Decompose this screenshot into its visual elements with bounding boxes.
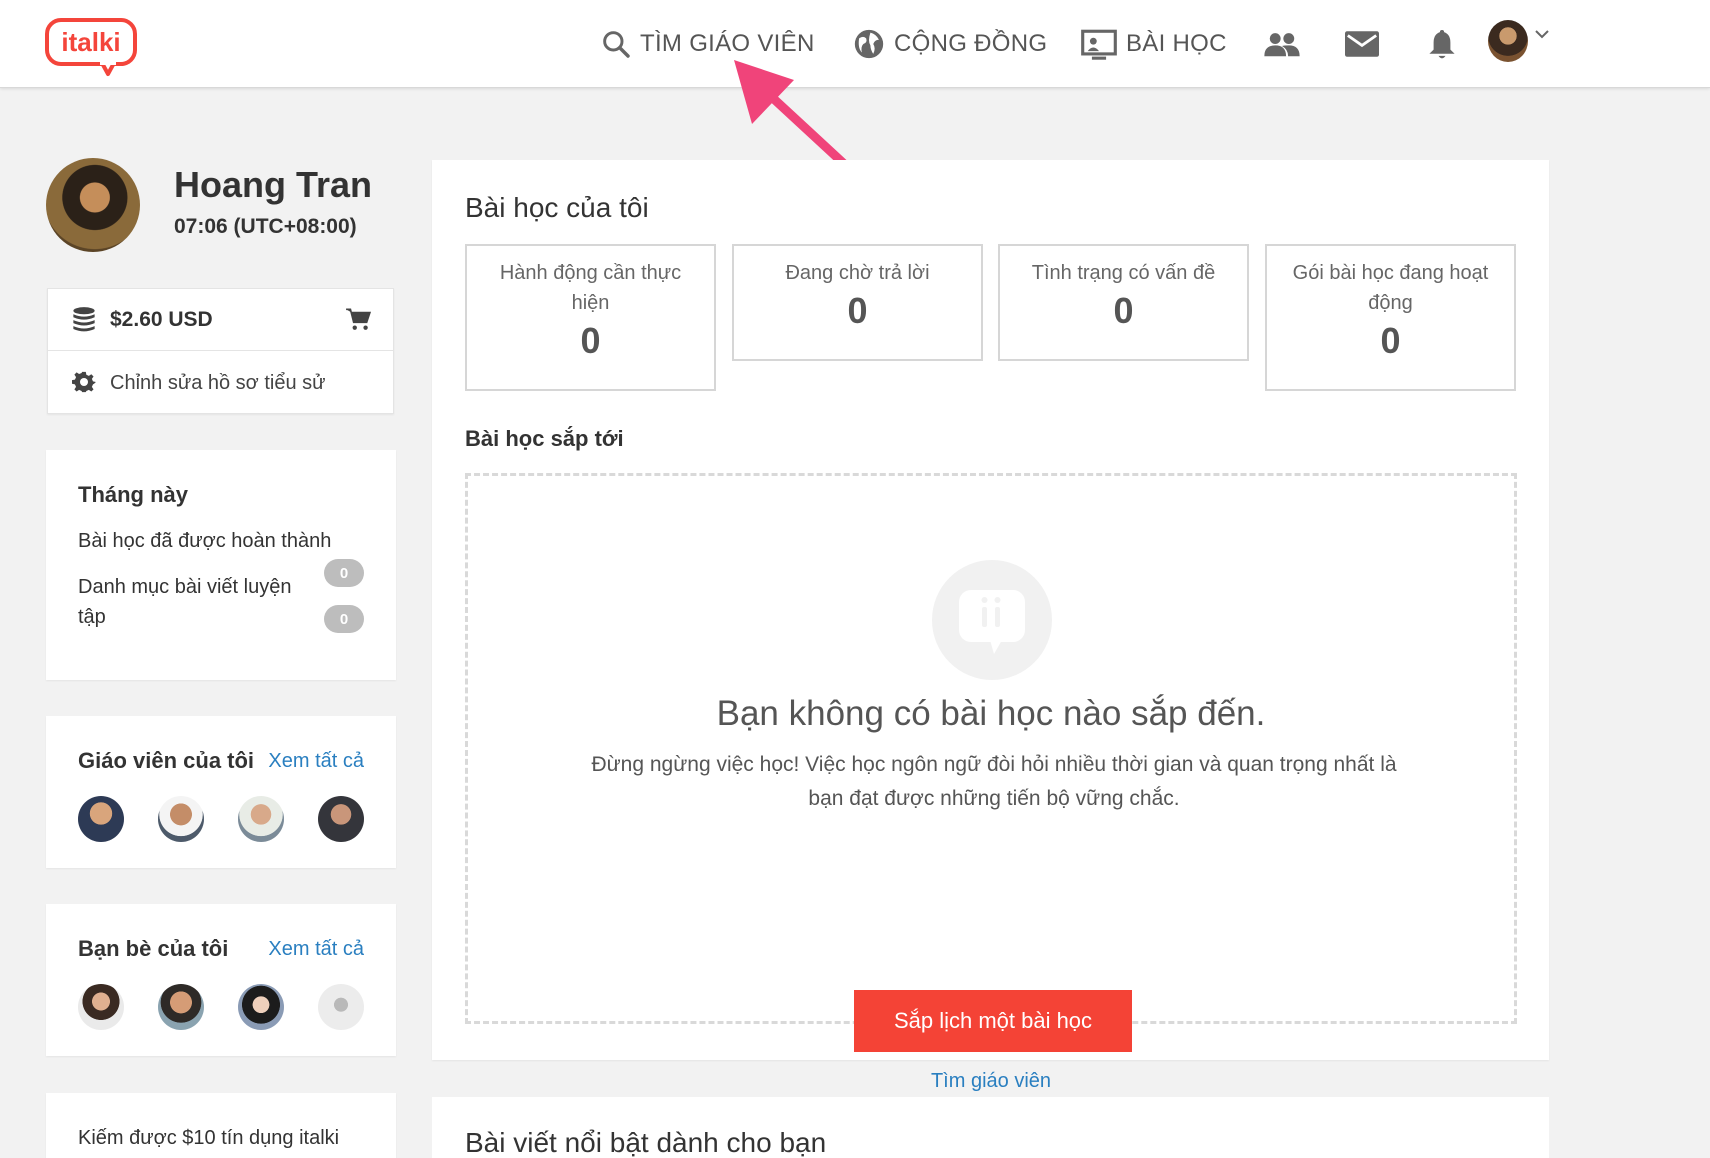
- featured-articles-card: Bài viết nổi bật dành cho bạn: [432, 1097, 1549, 1158]
- logo-text: italki: [61, 27, 120, 57]
- empty-state-description: Đừng ngừng việc học! Việc học ngôn ngữ đ…: [558, 748, 1430, 816]
- stat-value: 0: [847, 290, 868, 331]
- edit-profile-link: Chỉnh sửa hồ sơ tiểu sử: [110, 371, 326, 394]
- nav-community[interactable]: CỘNG ĐỒNG: [852, 24, 1047, 64]
- nav-find-teacher-label: TÌM GIÁO VIÊN: [640, 30, 815, 57]
- stat-label: Đang chờ trả lời: [785, 262, 930, 284]
- practice-label-line1: Danh mục bài viết luyện: [78, 576, 292, 598]
- search-icon: [603, 31, 630, 58]
- user-avatar[interactable]: [1488, 20, 1528, 62]
- stat-label: Tình trạng có vấn đề: [1031, 262, 1216, 284]
- people-icon: [1264, 33, 1300, 57]
- friend-avatar[interactable]: [158, 984, 204, 1030]
- my-friends-card: Bạn bè của tôi Xem tất cả: [46, 904, 396, 1056]
- stat-value: 0: [580, 320, 601, 361]
- schedule-lesson-button[interactable]: Sắp lịch một bài học: [854, 990, 1132, 1052]
- my-teachers-title: Giáo viên của tôi: [78, 748, 255, 773]
- bell-icon: [1429, 30, 1455, 59]
- stat-awaiting-reply[interactable]: Đang chờ trả lời 0: [732, 244, 983, 361]
- messages-nav-button[interactable]: [1342, 24, 1382, 64]
- profile-name: Hoang Tran: [174, 164, 373, 205]
- teacher-avatar[interactable]: [238, 796, 284, 842]
- stat-label: Gói bài học đang hoạt động: [1292, 262, 1489, 314]
- completed-lessons-label: Bài học đã được hoàn thành: [78, 530, 332, 552]
- notifications-nav-button[interactable]: [1422, 24, 1462, 64]
- gear-icon: [72, 371, 96, 393]
- my-friends-title: Bạn bè của tôi: [78, 936, 229, 961]
- nav-community-label: CỘNG ĐỒNG: [894, 30, 1048, 57]
- italki-logo[interactable]: italki: [44, 17, 140, 77]
- this-month-card: Tháng này Bài học đã được hoàn thành Dan…: [46, 450, 396, 680]
- upcoming-lessons-empty-state: Bạn không có bài học nào sắp đến. Đừng n…: [465, 473, 1517, 1092]
- stat-active-packages[interactable]: Gói bài học đang hoạt động 0: [1265, 244, 1516, 391]
- stat-action-required[interactable]: Hành động cần thực hiện 0: [465, 244, 716, 391]
- wallet-card: $2.60 USD Chỉnh sửa hồ sơ tiểu sử: [47, 288, 394, 414]
- empty-state-title: Bạn không có bài học nào sắp đến.: [716, 694, 1266, 733]
- teachers-see-all-link[interactable]: Xem tất cả: [268, 750, 364, 773]
- featured-articles-title: Bài viết nổi bật dành cho bạn: [465, 1127, 827, 1158]
- teacher-avatar[interactable]: [158, 796, 204, 842]
- chevron-down-icon[interactable]: [1534, 28, 1550, 40]
- globe-icon: [854, 29, 884, 59]
- friend-avatar[interactable]: [318, 984, 364, 1030]
- upcoming-lessons-title: Bài học sắp tới: [465, 426, 624, 451]
- teacher-avatar[interactable]: [318, 796, 364, 842]
- teacher-avatar[interactable]: [78, 796, 124, 842]
- empty-desc-line1: Đừng ngừng việc học! Việc học ngôn ngữ đ…: [591, 753, 1397, 776]
- friend-avatar[interactable]: [238, 984, 284, 1030]
- my-teachers-card: Giáo viên của tôi Xem tất cả: [46, 716, 396, 868]
- mail-icon: [1345, 31, 1379, 57]
- my-lessons-title: Bài học của tôi: [465, 192, 649, 223]
- wallet-balance-row[interactable]: $2.60 USD: [48, 289, 393, 351]
- stat-label: Hành động cần thực hiện: [499, 262, 682, 314]
- nav-lessons-label: BÀI HỌC: [1126, 30, 1227, 57]
- nav-lessons[interactable]: BÀI HỌC: [1080, 24, 1227, 64]
- cart-icon[interactable]: [345, 307, 371, 331]
- edit-profile-row[interactable]: Chỉnh sửa hồ sơ tiểu sử: [48, 352, 393, 414]
- friend-avatar[interactable]: [78, 984, 124, 1030]
- stat-problem-status[interactable]: Tình trạng có vấn đề 0: [998, 244, 1249, 361]
- earn-credit-card[interactable]: Kiếm được $10 tín dụng italki: [46, 1093, 396, 1158]
- empty-desc-line2: bạn đạt được những tiến bộ vững chắc.: [808, 787, 1180, 810]
- coins-stack-icon: [73, 307, 95, 332]
- earn-credit-text: Kiếm được $10 tín dụng italki: [78, 1127, 340, 1149]
- completed-count-badge: 0: [324, 559, 364, 587]
- wallet-balance: $2.60 USD: [110, 307, 213, 331]
- practice-label-line2: tập: [78, 606, 106, 628]
- this-month-title: Tháng này: [78, 482, 189, 507]
- my-lessons-card: Bài học của tôi Hành động cần thực hiện …: [432, 160, 1549, 1092]
- friends-see-all-link[interactable]: Xem tất cả: [268, 938, 364, 961]
- friends-nav-button[interactable]: [1262, 24, 1302, 64]
- stat-value: 0: [1380, 320, 1401, 361]
- stat-value: 0: [1113, 290, 1134, 331]
- screen-lesson-icon: [1081, 29, 1117, 60]
- find-teacher-link[interactable]: Tìm giáo viên: [468, 1070, 1514, 1093]
- profile-local-time: 07:06 (UTC+08:00): [174, 215, 357, 238]
- profile-avatar[interactable]: [46, 158, 140, 252]
- empty-lesson-icon: [932, 560, 1052, 680]
- practice-count-badge: 0: [324, 605, 364, 633]
